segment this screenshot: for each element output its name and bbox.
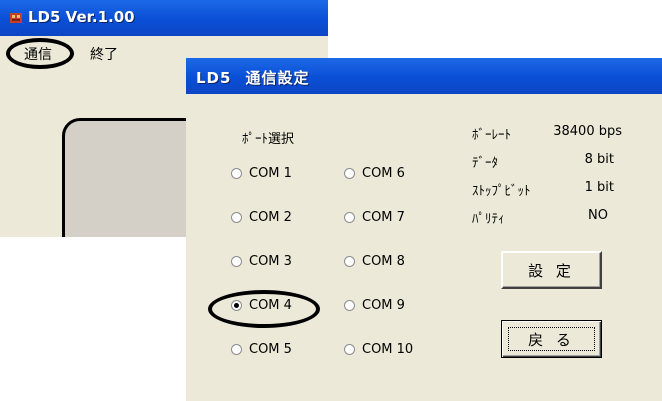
radio-label: COM 10 (362, 342, 414, 357)
setting-value: 1 bit (584, 180, 614, 195)
radio-label: COM 5 (249, 342, 292, 357)
radio-button-icon (231, 256, 242, 267)
radio-button-icon (231, 344, 242, 355)
setting-label: ﾎﾞｰﾚｰﾄ (472, 128, 511, 143)
radio-button-icon (231, 212, 242, 223)
radio-button-icon (344, 300, 355, 311)
radio-label: COM 2 (249, 210, 292, 225)
radio-com8[interactable]: COM 8 (344, 254, 405, 269)
radio-com2[interactable]: COM 2 (231, 210, 292, 225)
setting-value: 38400 bps (553, 124, 622, 139)
radio-button-icon (344, 212, 355, 223)
dialog-title-bar[interactable]: LD5 通信設定 (186, 58, 662, 94)
setting-parity: ﾊﾟﾘﾃｨ NO (472, 208, 608, 227)
main-window-title: LD5 Ver.1.00 (28, 8, 135, 26)
comm-settings-dialog: LD5 通信設定 ﾎﾟｰﾄ選択 COM 1 COM 2 COM 3 COM 4 C… (186, 58, 662, 401)
set-button-label: 設 定 (528, 261, 575, 280)
radio-label: COM 6 (362, 166, 405, 181)
radio-button-icon (344, 168, 355, 179)
radio-label: COM 1 (249, 166, 292, 181)
app-icon (10, 13, 22, 23)
radio-label: COM 8 (362, 254, 405, 269)
dialog-title: LD5 通信設定 (196, 67, 309, 88)
com4-highlight-circle (208, 290, 320, 328)
setting-stop-bits: ｽﾄｯﾌﾟﾋﾞｯﾄ 1 bit (472, 180, 614, 199)
dialog-title-app: LD5 (196, 69, 232, 87)
radio-button-icon (344, 256, 355, 267)
setting-value: 8 bit (584, 152, 614, 167)
radio-com9[interactable]: COM 9 (344, 298, 405, 313)
radio-com7[interactable]: COM 7 (344, 210, 405, 225)
radio-com3[interactable]: COM 3 (231, 254, 292, 269)
setting-label: ﾃﾞｰﾀ (472, 156, 498, 171)
dialog-title-sub: 通信設定 (245, 69, 310, 87)
menu-comm-highlight-circle (6, 38, 74, 69)
setting-label: ﾊﾟﾘﾃｨ (472, 212, 505, 227)
setting-value: NO (588, 208, 608, 223)
port-select-label: ﾎﾟｰﾄ選択 (242, 132, 295, 147)
radio-com5[interactable]: COM 5 (231, 342, 292, 357)
radio-com10[interactable]: COM 10 (344, 342, 413, 357)
set-button[interactable]: 設 定 (501, 251, 602, 289)
radio-label: COM 9 (362, 298, 405, 313)
radio-com1[interactable]: COM 1 (231, 166, 292, 181)
menu-quit[interactable]: 終了 (90, 44, 118, 64)
radio-label: COM 3 (249, 254, 292, 269)
radio-button-icon (344, 344, 355, 355)
back-button-label: 戻 る (528, 330, 575, 349)
radio-button-icon (231, 168, 242, 179)
radio-label: COM 7 (362, 210, 405, 225)
setting-data-bits: ﾃﾞｰﾀ 8 bit (472, 152, 614, 171)
main-title-bar[interactable]: LD5 Ver.1.00 (0, 0, 328, 36)
back-button[interactable]: 戻 る (501, 320, 602, 358)
radio-com6[interactable]: COM 6 (344, 166, 405, 181)
setting-label: ｽﾄｯﾌﾟﾋﾞｯﾄ (472, 184, 531, 199)
setting-baud-rate: ﾎﾞｰﾚｰﾄ 38400 bps (472, 124, 622, 143)
